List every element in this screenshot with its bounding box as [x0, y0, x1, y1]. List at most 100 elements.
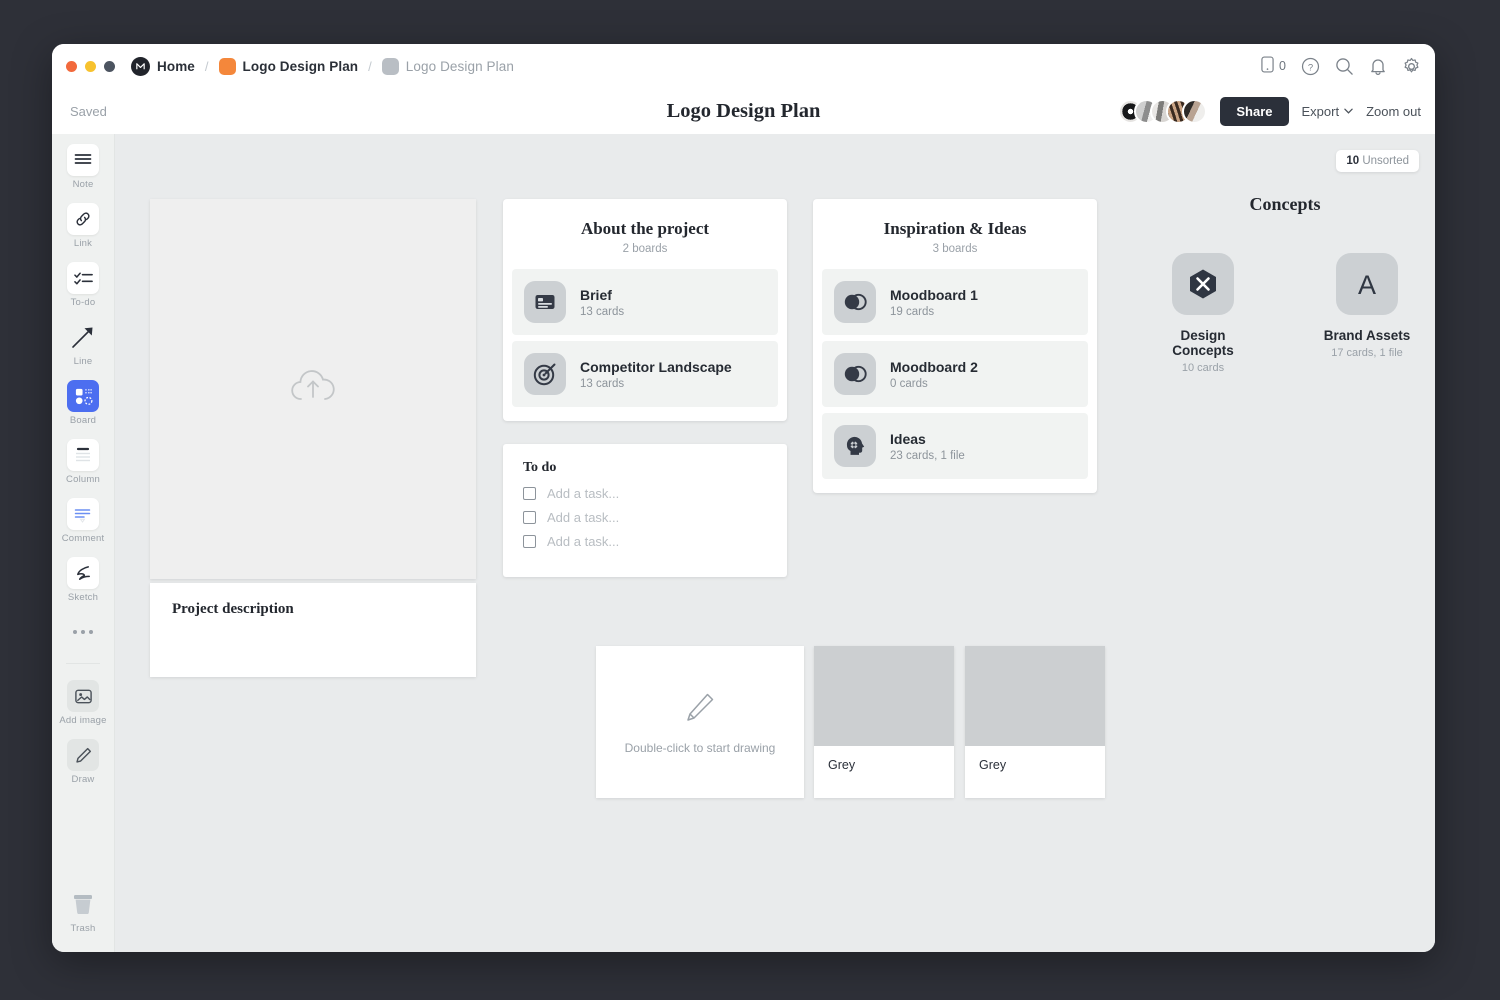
board-count: 13 cards [580, 377, 625, 390]
group-header: About the project 2 boards [503, 199, 787, 269]
brief-card-icon [524, 281, 566, 323]
board-item-text: Brief 13 cards [580, 287, 624, 318]
maximize-window-button[interactable] [104, 60, 115, 72]
minimize-window-button[interactable] [85, 60, 96, 72]
todo-placeholder[interactable]: Add a task... [547, 486, 619, 501]
todo-placeholder[interactable]: Add a task... [547, 534, 619, 549]
board-canvas[interactable]: 10 Unsorted Project description About th… [115, 134, 1435, 952]
breadcrumb-label-project: Logo Design Plan [242, 58, 359, 74]
concept-count: 10 cards [1181, 362, 1225, 374]
project-description-card[interactable]: Project description [150, 583, 476, 677]
tool-label-sketch: Sketch [67, 592, 99, 603]
note-icon [67, 144, 99, 176]
todo-row[interactable]: Add a task... [523, 510, 767, 525]
tool-note[interactable]: Note [67, 144, 99, 190]
tool-trash[interactable]: Trash [67, 888, 99, 934]
settings-gear-icon[interactable] [1402, 57, 1421, 76]
board-item-moodboard-1[interactable]: Moodboard 1 19 cards [822, 269, 1088, 335]
board-group-about-the-project: About the project 2 boards Brief 13 card… [503, 199, 787, 421]
unsorted-count: 10 [1346, 155, 1360, 167]
trash-icon [67, 888, 99, 920]
device-count-label: 0 [1279, 59, 1286, 73]
pencil-icon [683, 690, 717, 729]
image-upload-card[interactable] [150, 199, 476, 579]
left-toolbar: Note Link To-do Line Board Column Commen… [52, 134, 115, 952]
breadcrumb-item-current[interactable]: Logo Design Plan [381, 57, 514, 75]
tool-sketch[interactable]: Sketch [67, 557, 99, 603]
breadcrumb: Home / Logo Design Plan / Logo Design Pl… [131, 56, 514, 76]
tool-todo[interactable]: To-do [67, 262, 99, 308]
board-icon [67, 380, 99, 412]
avatar[interactable] [1182, 98, 1208, 124]
board-item-text: Competitor Landscape 13 cards [580, 359, 732, 390]
board-name: Ideas [890, 430, 926, 447]
todo-checkbox[interactable] [523, 487, 536, 500]
tool-add-image[interactable]: Add image [59, 680, 106, 726]
milanote-home-icon [131, 56, 150, 76]
board-item-brief[interactable]: Brief 13 cards [512, 269, 778, 335]
drawing-card[interactable]: Double-click to start drawing [596, 646, 804, 798]
drawing-card-hint: Double-click to start drawing [624, 740, 776, 755]
image-caption: Grey [828, 758, 856, 772]
titlebar: Home / Logo Design Plan / Logo Design Pl… [52, 44, 1435, 88]
unsorted-badge[interactable]: 10 Unsorted [1336, 150, 1419, 172]
concept-name: Design Concepts [1172, 328, 1234, 358]
notifications-icon[interactable] [1369, 57, 1387, 76]
tool-link[interactable]: Link [67, 203, 99, 249]
chevron-down-icon [1344, 108, 1353, 114]
mobile-device-button[interactable]: 0 [1261, 56, 1286, 76]
help-icon[interactable]: ? [1301, 57, 1320, 76]
more-tools-button[interactable] [67, 616, 99, 648]
tool-label-line: Line [73, 356, 93, 367]
todo-checkbox[interactable] [523, 535, 536, 548]
board-item-ideas[interactable]: Ideas 23 cards, 1 file [822, 413, 1088, 479]
zoom-out-button[interactable]: Zoom out [1366, 104, 1421, 119]
tool-draw[interactable]: Draw [67, 739, 99, 785]
todo-row[interactable]: Add a task... [523, 534, 767, 549]
concept-item-brand-assets[interactable]: A Brand Assets 17 cards, 1 file [1318, 253, 1416, 374]
collaborator-avatars[interactable] [1118, 98, 1208, 124]
sketch-icon [67, 557, 99, 589]
todo-icon [67, 262, 99, 294]
todo-checkbox[interactable] [523, 511, 536, 524]
board-item-moodboard-2[interactable]: Moodboard 2 0 cards [822, 341, 1088, 407]
board-item-competitor-landscape[interactable]: Competitor Landscape 13 cards [512, 341, 778, 407]
close-window-button[interactable] [66, 60, 77, 72]
board-name: Competitor Landscape [580, 358, 732, 375]
breadcrumb-item-home[interactable]: Home [131, 56, 195, 76]
toolbar-divider [66, 663, 100, 664]
svg-text:A: A [1358, 270, 1376, 300]
mobile-icon [1261, 56, 1274, 76]
app-window: Home / Logo Design Plan / Logo Design Pl… [52, 44, 1435, 952]
breadcrumb-item-project[interactable]: Logo Design Plan [218, 57, 359, 75]
todo-placeholder[interactable]: Add a task... [547, 510, 619, 525]
concepts-section: Concepts Design Concepts 10 cards A Bran… [1140, 194, 1430, 374]
line-arrow-icon [67, 321, 99, 353]
tool-column[interactable]: Column [66, 439, 100, 485]
tool-label-draw: Draw [71, 774, 95, 785]
todo-row[interactable]: Add a task... [523, 486, 767, 501]
image-card[interactable]: Grey [965, 646, 1105, 798]
tool-label-note: Note [72, 179, 94, 190]
breadcrumb-separator: / [204, 58, 209, 74]
image-caption: Grey [979, 758, 1007, 772]
export-button[interactable]: Export [1302, 104, 1354, 119]
overlap-circles-icon [834, 353, 876, 395]
board-count: 23 cards, 1 file [890, 449, 965, 462]
link-icon [67, 203, 99, 235]
share-button[interactable]: Share [1220, 96, 1289, 126]
concept-item-design-concepts[interactable]: Design Concepts 10 cards [1154, 253, 1252, 374]
image-card[interactable]: Grey [814, 646, 954, 798]
tool-comment[interactable]: Comment [62, 498, 105, 544]
concept-name: Brand Assets [1323, 328, 1411, 343]
overlap-circles-icon [834, 281, 876, 323]
tool-label-board: Board [69, 415, 97, 426]
image-thumbnail [965, 646, 1105, 746]
subbar-actions: Share Export Zoom out [1118, 96, 1421, 126]
search-icon[interactable] [1335, 57, 1354, 76]
tool-line[interactable]: Line [67, 321, 99, 367]
head-gear-icon [834, 425, 876, 467]
project-description-title: Project description [172, 601, 294, 617]
hexagon-x-icon [1172, 253, 1234, 315]
tool-board[interactable]: Board [67, 380, 99, 426]
